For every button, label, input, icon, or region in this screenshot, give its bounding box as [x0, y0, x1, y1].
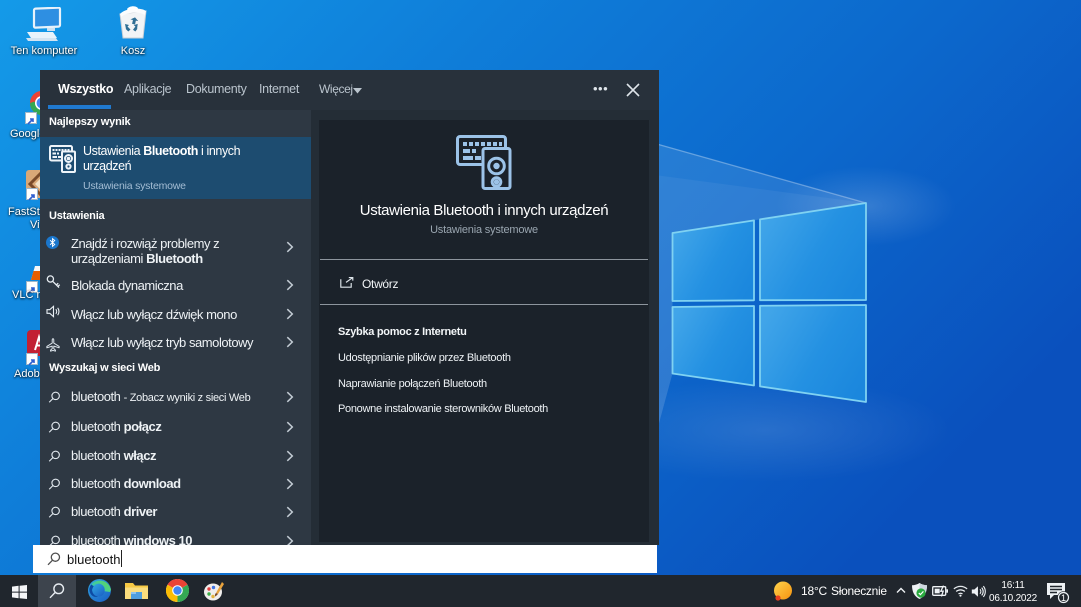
svg-text:1: 1 [1061, 593, 1066, 603]
